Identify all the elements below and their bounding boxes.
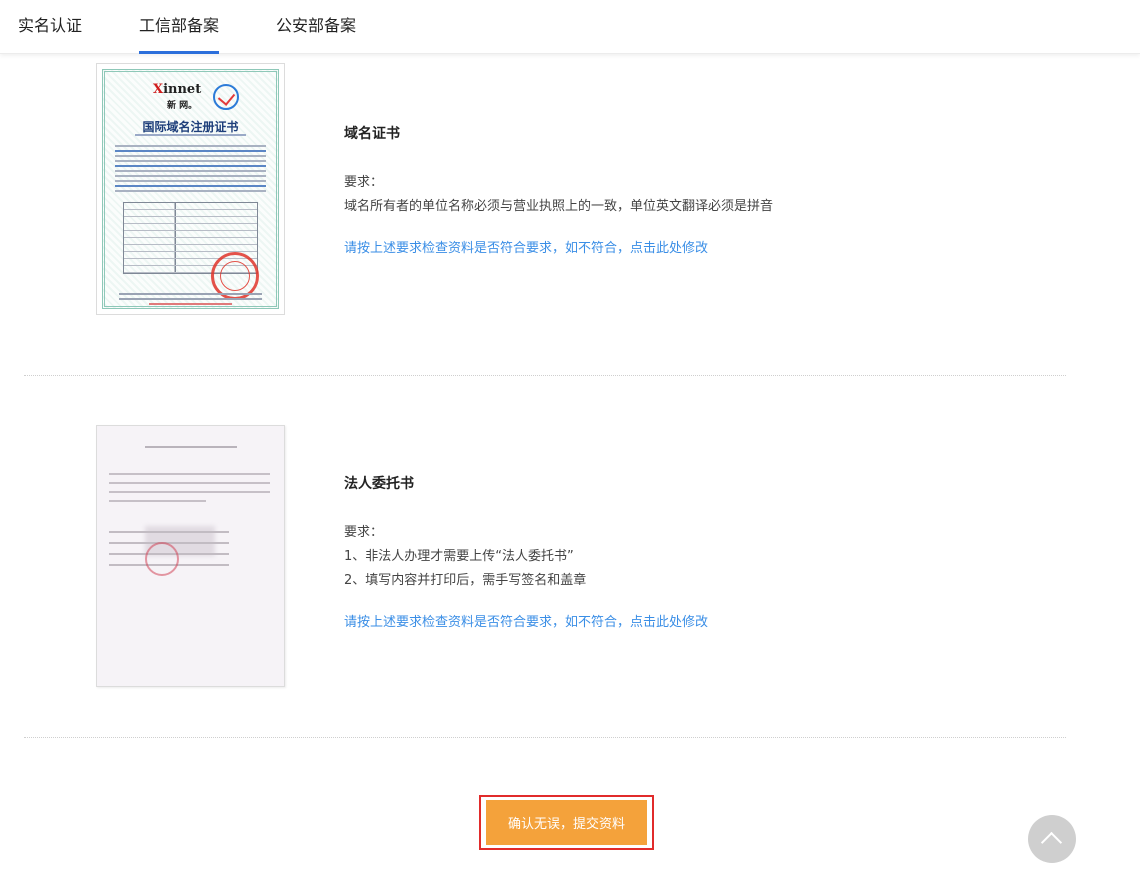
- submit-button[interactable]: 确认无误，提交资料: [486, 800, 647, 845]
- certificate-body-text: [115, 142, 266, 195]
- modify-link[interactable]: 请按上述要求检查资料是否符合要求，如不符合，点击此处修改: [344, 237, 708, 256]
- domain-certificate-thumbnail[interactable]: Xinnet 新 网。 国际域名注册证书: [96, 63, 285, 315]
- tab-miit-filing[interactable]: 工信部备案: [139, 0, 220, 54]
- stamp-icon: [145, 542, 179, 576]
- certificate-divider: [135, 134, 246, 136]
- domain-certificate-info: 域名证书 要求： 域名所有者的单位名称必须与营业执照上的一致，单位英文翻译必须是…: [344, 123, 773, 256]
- letter-body-text: [109, 466, 270, 509]
- requirement-text: 域名所有者的单位名称必须与营业执照上的一致，单位英文翻译必须是拼音: [344, 199, 774, 214]
- power-of-attorney-info: 法人委托书 要求： 1、非法人办理才需要上传“法人委托书” 2、填写内容并打印后…: [344, 473, 708, 630]
- certificate-footer-text: [119, 290, 262, 306]
- certificate-logo: Xinnet: [153, 82, 202, 97]
- requirement-text: 1、非法人办理才需要上传“法人委托书”: [344, 549, 574, 564]
- certificate-title: 国际域名注册证书: [142, 120, 239, 134]
- tab-bar: 实名认证 工信部备案 公安部备案: [0, 0, 1140, 54]
- submit-button-highlight: 确认无误，提交资料: [479, 795, 654, 850]
- section-title: 域名证书: [344, 126, 400, 142]
- domain-certificate-section: Xinnet 新 网。 国际域名注册证书 域名证书 要求： 域名所有者的单位名称…: [24, 54, 1066, 376]
- certificate-logo-subtitle: 新 网。: [167, 101, 198, 111]
- certificate-image: Xinnet 新 网。 国际域名注册证书: [102, 69, 279, 309]
- power-of-attorney-thumbnail[interactable]: [96, 425, 285, 687]
- back-to-top-button[interactable]: [1028, 815, 1076, 863]
- tab-real-name[interactable]: 实名认证: [18, 0, 82, 54]
- requirement-label: 要求：: [344, 175, 384, 190]
- chevron-up-icon: [1040, 831, 1063, 854]
- check-badge-icon: [213, 84, 239, 110]
- power-of-attorney-section: 法人委托书 要求： 1、非法人办理才需要上传“法人委托书” 2、填写内容并打印后…: [24, 376, 1066, 738]
- section-title: 法人委托书: [344, 476, 414, 492]
- letter-heading: [145, 446, 237, 448]
- requirement-text: 2、填写内容并打印后，需手写签名和盖章: [344, 573, 587, 588]
- tab-police-filing[interactable]: 公安部备案: [276, 0, 356, 54]
- requirement-label: 要求：: [344, 525, 384, 540]
- modify-link[interactable]: 请按上述要求检查资料是否符合要求，如不符合，点击此处修改: [344, 611, 708, 630]
